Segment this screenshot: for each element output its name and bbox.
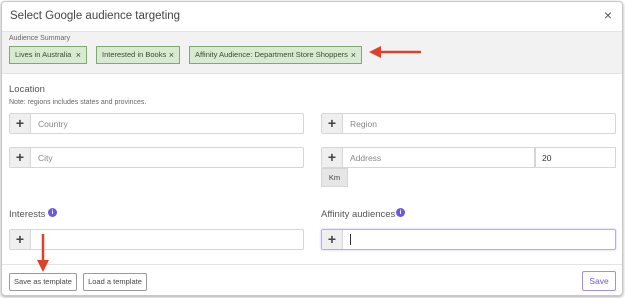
audience-summary: Audience Summary Lives in Australia × In… xyxy=(2,32,622,74)
add-city-button[interactable]: + xyxy=(10,148,31,167)
chip-lives-in-australia: Lives in Australia × xyxy=(9,46,87,64)
chip-affinity-department-store: Affinity Audience: Department Store Shop… xyxy=(189,46,362,64)
add-affinity-button[interactable]: + xyxy=(322,230,343,249)
radius-unit[interactable]: Km xyxy=(321,168,348,187)
address-input[interactable] xyxy=(344,148,534,167)
chip-label: Lives in Australia xyxy=(15,50,72,59)
interests-info-icon[interactable]: i xyxy=(48,208,57,217)
radius-input[interactable] xyxy=(536,148,615,168)
chip-label: Interested in Books xyxy=(102,50,167,59)
add-country-button[interactable]: + xyxy=(10,114,31,133)
affinity-title: Affinity audiences xyxy=(321,209,396,220)
remove-chip-icon[interactable]: × xyxy=(169,47,174,63)
affinity-info-icon[interactable]: i xyxy=(396,208,405,217)
close-icon[interactable]: × xyxy=(604,8,612,22)
location-title: Location xyxy=(9,84,45,95)
affinity-input[interactable] xyxy=(344,230,614,249)
audience-targeting-dialog: Select Google audience targeting × Audie… xyxy=(1,1,623,296)
region-field: + xyxy=(321,113,616,134)
country-input[interactable] xyxy=(32,114,302,133)
dialog-title: Select Google audience targeting xyxy=(10,10,181,22)
country-field: + xyxy=(9,113,304,134)
save-button[interactable]: Save xyxy=(582,271,616,291)
interests-title: Interests xyxy=(9,209,46,220)
region-input[interactable] xyxy=(344,114,614,133)
dialog-footer: Save as template Load a template Save xyxy=(2,264,622,297)
chip-label: Affinity Audience: Department Store Shop… xyxy=(195,50,348,59)
affinity-field: + xyxy=(321,229,616,250)
dialog-header: Select Google audience targeting × xyxy=(2,2,622,32)
text-cursor xyxy=(350,234,351,245)
interests-input[interactable] xyxy=(32,230,302,249)
add-region-button[interactable]: + xyxy=(322,114,343,133)
add-interest-button[interactable]: + xyxy=(10,230,31,249)
city-field: + xyxy=(9,147,304,168)
chip-interested-in-books: Interested in Books × xyxy=(96,46,180,64)
address-field: + xyxy=(321,147,535,168)
load-template-button[interactable]: Load a template xyxy=(83,273,147,291)
audience-summary-label: Audience Summary xyxy=(9,35,71,42)
interests-field: + xyxy=(9,229,304,250)
radius-field xyxy=(535,147,616,168)
location-note: Note: regions includes states and provin… xyxy=(9,99,147,106)
remove-chip-icon[interactable]: × xyxy=(351,47,356,63)
remove-chip-icon[interactable]: × xyxy=(76,47,81,63)
add-address-button[interactable]: + xyxy=(322,148,343,167)
city-input[interactable] xyxy=(32,148,302,167)
save-as-template-button[interactable]: Save as template xyxy=(9,273,77,291)
